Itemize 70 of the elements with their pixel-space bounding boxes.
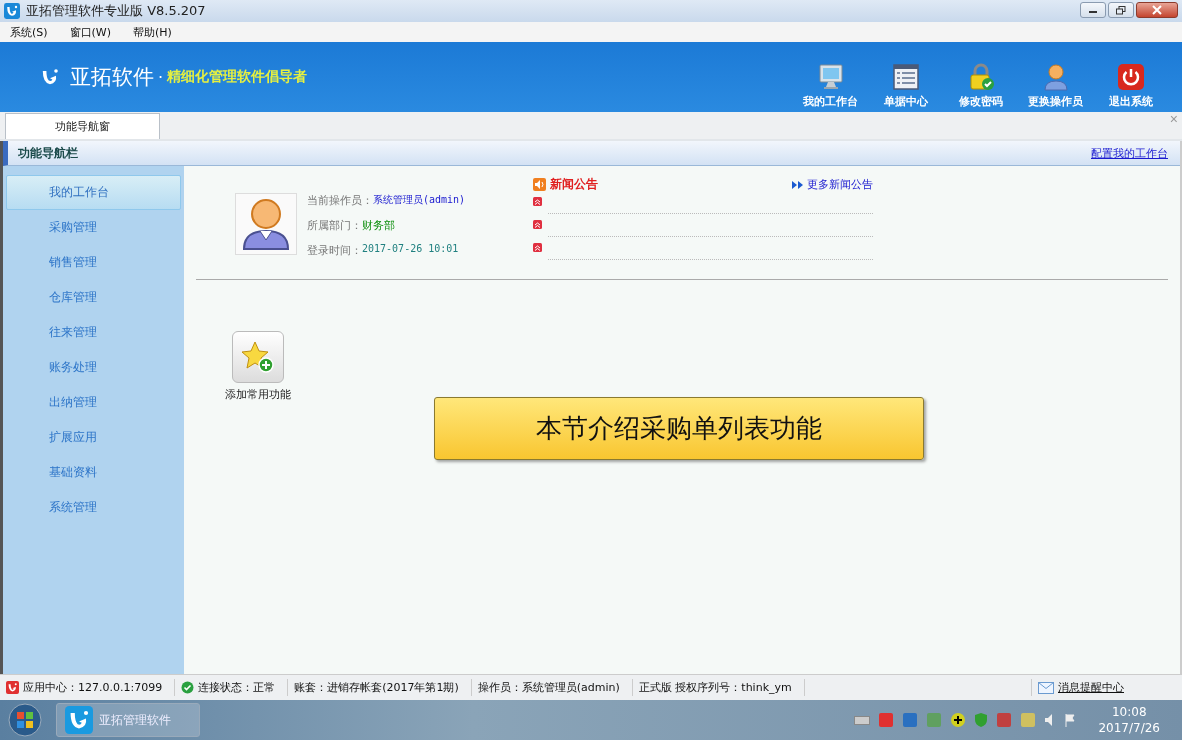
status-text: 正式版 授权序列号：think_ym	[638, 680, 792, 695]
list-icon	[891, 63, 920, 91]
sidebar-item[interactable]: 销售管理	[6, 245, 181, 280]
logo-icon	[65, 706, 93, 734]
sidebar-item[interactable]: 往来管理	[6, 315, 181, 350]
add-shortcut-button[interactable]	[232, 331, 284, 383]
separator-dot: ·	[158, 67, 164, 87]
status-text: 操作员：系统管理员(admin)	[477, 680, 620, 695]
field-value: 系统管理员(admin)	[373, 193, 466, 207]
start-button-icon[interactable]	[8, 703, 42, 737]
toolbar-button[interactable]: 单据中心	[868, 63, 943, 109]
taskbar-app-button[interactable]: 亚拓管理软件	[56, 703, 200, 737]
slogan: 精细化管理软件倡导者	[167, 68, 309, 86]
field-label: 当前操作员：	[307, 193, 373, 208]
restore-button[interactable]	[1108, 2, 1134, 18]
news-title: 新闻公告	[550, 176, 599, 193]
sidebar-item[interactable]: 我的工作台	[6, 175, 181, 210]
monitor-icon	[816, 63, 845, 91]
sidebar-item[interactable]: 系统管理	[6, 490, 181, 525]
plus-icon[interactable]	[950, 712, 967, 728]
star-plus-icon	[241, 340, 275, 374]
status-text: 账套：进销存帐套(2017年第1期)	[294, 680, 459, 695]
double-arrow-icon	[792, 180, 803, 189]
field-value: 财务部	[362, 218, 395, 233]
sidebar-item[interactable]: 账务处理	[6, 350, 181, 385]
caption-banner: 本节介绍采购单列表功能	[434, 397, 924, 460]
shortcut-label: 添加常用功能	[225, 387, 291, 402]
restore-icon	[1116, 5, 1126, 15]
more-news-link[interactable]: 更多新闻公告	[792, 177, 873, 192]
field-label: 登录时间：	[307, 243, 362, 258]
logo-icon	[4, 3, 20, 19]
sidebar-item[interactable]: 基础资料	[6, 455, 181, 490]
check-icon	[181, 681, 195, 694]
toolbar-button[interactable]: 退出系统	[1093, 63, 1168, 109]
envelope-icon	[1038, 681, 1054, 694]
speaker-icon	[533, 178, 546, 191]
brand-name: 亚拓软件	[70, 64, 154, 91]
sidebar-item[interactable]: 采购管理	[6, 210, 181, 245]
power-icon	[1116, 63, 1145, 91]
menu-item[interactable]: 窗口(W)	[69, 24, 112, 40]
logo-icon	[6, 681, 19, 694]
toolbar-button[interactable]: 修改密码	[943, 63, 1018, 109]
clock[interactable]: 10:08 2017/7/26	[1098, 704, 1160, 736]
field-value: 2017-07-26 10:01	[362, 243, 459, 256]
sidebar-item[interactable]: 出纳管理	[6, 385, 181, 420]
flag-icon[interactable]	[1064, 713, 1077, 727]
sidebar-item[interactable]: 仓库管理	[6, 280, 181, 315]
field-label: 所属部门：	[307, 218, 362, 233]
close-button[interactable]	[1136, 2, 1178, 18]
alert-icon	[533, 243, 542, 252]
toolbar-button[interactable]: 我的工作台	[793, 63, 868, 109]
alert-icon	[533, 220, 542, 229]
user-silhouette-icon	[241, 197, 291, 251]
menu-item[interactable]: 系统(S)	[10, 24, 48, 40]
minimize-button[interactable]	[1080, 2, 1106, 18]
configure-link[interactable]: 配置我的工作台	[1091, 145, 1168, 161]
panel-title: 功能导航栏	[18, 144, 79, 162]
status-text: 应用中心：127.0.0.1:7099	[23, 680, 163, 695]
window-title: 亚拓管理软件专业版 V8.5.207	[26, 2, 207, 20]
user-icon	[1041, 63, 1070, 91]
toolbar-button[interactable]: 更换操作员	[1018, 63, 1093, 109]
sidebar-item[interactable]: 扩展应用	[6, 420, 181, 455]
menu-item[interactable]: 帮助(H)	[133, 24, 172, 40]
close-icon	[1152, 5, 1162, 15]
status-text: 连接状态：正常	[198, 680, 276, 695]
tab[interactable]: 功能导航窗	[5, 113, 160, 139]
message-center-link[interactable]: 消息提醒中心	[1058, 680, 1124, 695]
alert-icon	[533, 197, 542, 206]
keyboard-icon[interactable]	[854, 714, 871, 726]
close-tab-button[interactable]: ×	[1169, 112, 1178, 126]
